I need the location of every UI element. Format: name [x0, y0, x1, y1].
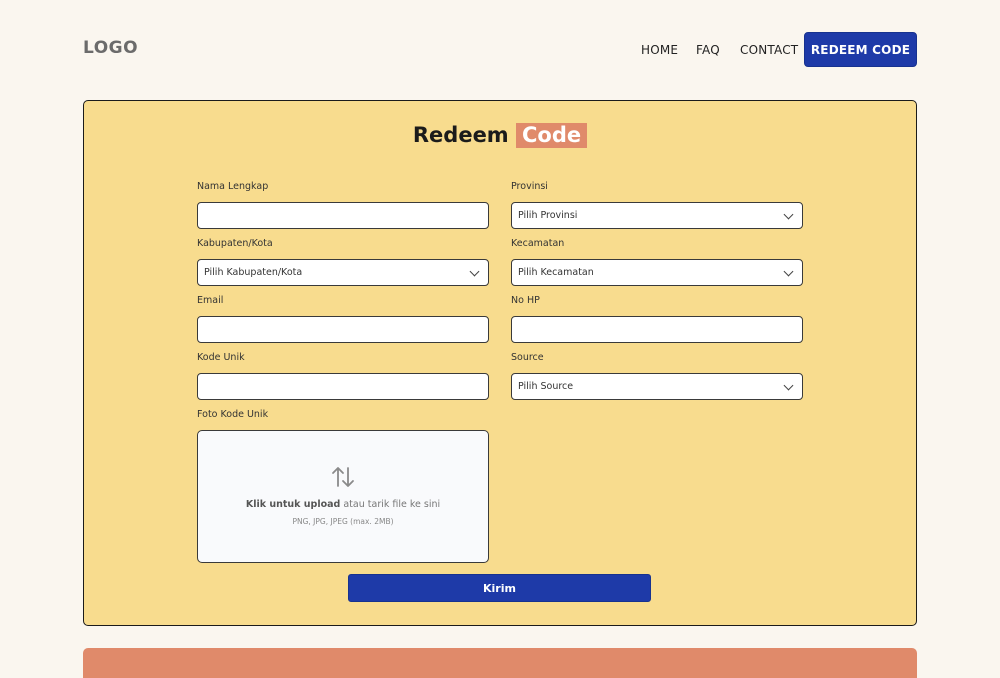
kode-unik-label: Kode Unik: [197, 352, 245, 363]
arrows-up-down-icon: [332, 467, 354, 487]
kabupaten-label: Kabupaten/Kota: [197, 238, 273, 249]
kabupaten-select-value: Pilih Kabupaten/Kota: [204, 267, 303, 278]
nav-faq-link[interactable]: FAQ: [696, 43, 720, 57]
redeem-code-button[interactable]: REDEEM CODE: [804, 32, 917, 67]
kecamatan-select[interactable]: Pilih Kecamatan: [511, 259, 803, 286]
no-hp-label: No HP: [511, 295, 540, 306]
nama-lengkap-label: Nama Lengkap: [197, 181, 269, 192]
source-label: Source: [511, 352, 544, 363]
upload-hint: PNG, JPG, JPEG (max. 2MB): [292, 517, 394, 526]
page-title: Redeem Code: [0, 123, 1000, 148]
chevron-down-icon: [783, 380, 794, 391]
kecamatan-select-value: Pilih Kecamatan: [518, 267, 594, 278]
file-upload-dropzone[interactable]: Klik untuk upload atau tarik file ke sin…: [197, 430, 489, 563]
nama-lengkap-input[interactable]: [197, 202, 489, 229]
provinsi-select[interactable]: Pilih Provinsi: [511, 202, 803, 229]
source-select[interactable]: Pilih Source: [511, 373, 803, 400]
chevron-down-icon: [783, 209, 794, 220]
nav-contact-link[interactable]: CONTACT: [740, 43, 798, 57]
nav-home-link[interactable]: HOME: [641, 43, 678, 57]
upload-action-strong: Klik untuk upload: [245, 499, 341, 510]
chevron-down-icon: [469, 266, 480, 277]
provinsi-label: Provinsi: [511, 181, 548, 192]
upload-action-rest: atau tarik file ke sini: [340, 499, 441, 510]
upload-instruction: Klik untuk upload atau tarik file ke sin…: [198, 499, 488, 510]
site-header: LOGO HOME FAQ CONTACT REDEEM CODE: [0, 0, 1000, 100]
chevron-down-icon: [783, 266, 794, 277]
title-highlight: Code: [516, 123, 588, 148]
email-input[interactable]: [197, 316, 489, 343]
kabupaten-select[interactable]: Pilih Kabupaten/Kota: [197, 259, 489, 286]
kecamatan-label: Kecamatan: [511, 238, 565, 249]
submit-button[interactable]: Kirim: [348, 574, 651, 602]
provinsi-select-value: Pilih Provinsi: [518, 210, 578, 221]
kode-unik-input[interactable]: [197, 373, 489, 400]
no-hp-input[interactable]: [511, 316, 803, 343]
footer-section: [83, 648, 917, 678]
foto-kode-unik-label: Foto Kode Unik: [197, 409, 269, 420]
logo[interactable]: LOGO: [83, 38, 138, 58]
email-label: Email: [197, 295, 224, 306]
title-main: Redeem: [412, 123, 509, 147]
source-select-value: Pilih Source: [518, 381, 574, 392]
